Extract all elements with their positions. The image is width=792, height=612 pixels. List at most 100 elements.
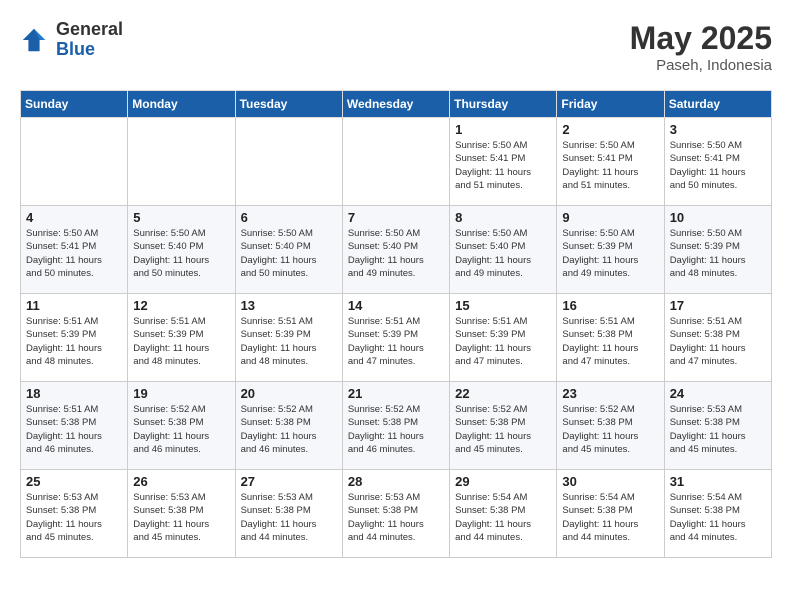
- day-info: Sunrise: 5:53 AM Sunset: 5:38 PM Dayligh…: [670, 403, 766, 456]
- table-row: 10 Sunrise: 5:50 AM Sunset: 5:39 PM Dayli…: [664, 206, 771, 294]
- day-number: 1: [455, 122, 551, 137]
- day-info: Sunrise: 5:50 AM Sunset: 5:39 PM Dayligh…: [670, 227, 766, 280]
- day-number: 27: [241, 474, 337, 489]
- day-number: 23: [562, 386, 658, 401]
- table-row: 31 Sunrise: 5:54 AM Sunset: 5:38 PM Dayli…: [664, 470, 771, 558]
- table-row: 8Sunrise: 5:50 AM Sunset: 5:40 PM Daylig…: [450, 206, 557, 294]
- day-number: 20: [241, 386, 337, 401]
- days-of-week-row: Sunday Monday Tuesday Wednesday Thursday…: [21, 91, 772, 118]
- table-row: 27 Sunrise: 5:53 AM Sunset: 5:38 PM Dayli…: [235, 470, 342, 558]
- day-info: Sunrise: 5:51 AM Sunset: 5:38 PM Dayligh…: [670, 315, 766, 368]
- col-wednesday: Wednesday: [342, 91, 449, 118]
- table-row: 16 Sunrise: 5:51 AM Sunset: 5:38 PM Dayli…: [557, 294, 664, 382]
- page-header: General Blue May 2025 Paseh, Indonesia: [20, 20, 772, 74]
- col-tuesday: Tuesday: [235, 91, 342, 118]
- day-info: Sunrise: 5:50 AM Sunset: 5:40 PM Dayligh…: [133, 227, 229, 280]
- table-row: 12Sunrise: 5:51 AM Sunset: 5:39 PM Dayli…: [128, 294, 235, 382]
- location-text: Paseh, Indonesia: [630, 57, 772, 74]
- day-info: Sunrise: 5:51 AM Sunset: 5:39 PM Dayligh…: [455, 315, 551, 368]
- month-title: May 2025: [630, 20, 772, 57]
- calendar-table: Sunday Monday Tuesday Wednesday Thursday…: [20, 90, 772, 558]
- calendar-week-row: 11 Sunrise: 5:51 AM Sunset: 5:39 PM Dayli…: [21, 294, 772, 382]
- table-row: 1Sunrise: 5:50 AM Sunset: 5:41 PM Daylig…: [450, 118, 557, 206]
- table-row: 18Sunrise: 5:51 AM Sunset: 5:38 PM Dayli…: [21, 382, 128, 470]
- day-info: Sunrise: 5:51 AM Sunset: 5:39 PM Dayligh…: [26, 315, 122, 368]
- day-number: 11: [26, 298, 122, 313]
- day-info: Sunrise: 5:52 AM Sunset: 5:38 PM Dayligh…: [348, 403, 444, 456]
- table-row: 11 Sunrise: 5:51 AM Sunset: 5:39 PM Dayli…: [21, 294, 128, 382]
- table-row: 9Sunrise: 5:50 AM Sunset: 5:39 PM Daylig…: [557, 206, 664, 294]
- table-row: 28 Sunrise: 5:53 AM Sunset: 5:38 PM Dayli…: [342, 470, 449, 558]
- day-number: 3: [670, 122, 766, 137]
- day-number: 5: [133, 210, 229, 225]
- logo-blue-text: Blue: [56, 40, 123, 60]
- calendar-week-row: 4Sunrise: 5:50 AM Sunset: 5:41 PM Daylig…: [21, 206, 772, 294]
- day-number: 10: [670, 210, 766, 225]
- table-row: 13 Sunrise: 5:51 AM Sunset: 5:39 PM Dayli…: [235, 294, 342, 382]
- day-info: Sunrise: 5:53 AM Sunset: 5:38 PM Dayligh…: [133, 491, 229, 544]
- table-row: 19Sunrise: 5:52 AM Sunset: 5:38 PM Dayli…: [128, 382, 235, 470]
- table-row: 17 Sunrise: 5:51 AM Sunset: 5:38 PM Dayli…: [664, 294, 771, 382]
- col-saturday: Saturday: [664, 91, 771, 118]
- table-row: 30 Sunrise: 5:54 AM Sunset: 5:38 PM Dayli…: [557, 470, 664, 558]
- day-info: Sunrise: 5:51 AM Sunset: 5:39 PM Dayligh…: [241, 315, 337, 368]
- col-sunday: Sunday: [21, 91, 128, 118]
- day-number: 28: [348, 474, 444, 489]
- day-number: 22: [455, 386, 551, 401]
- table-row: 25Sunrise: 5:53 AM Sunset: 5:38 PM Dayli…: [21, 470, 128, 558]
- day-info: Sunrise: 5:50 AM Sunset: 5:40 PM Dayligh…: [348, 227, 444, 280]
- day-number: 31: [670, 474, 766, 489]
- day-number: 14: [348, 298, 444, 313]
- day-info: Sunrise: 5:53 AM Sunset: 5:38 PM Dayligh…: [241, 491, 337, 544]
- table-row: 3 Sunrise: 5:50 AM Sunset: 5:41 PM Daylig…: [664, 118, 771, 206]
- calendar-week-row: 18Sunrise: 5:51 AM Sunset: 5:38 PM Dayli…: [21, 382, 772, 470]
- day-info: Sunrise: 5:52 AM Sunset: 5:38 PM Dayligh…: [455, 403, 551, 456]
- table-row: [128, 118, 235, 206]
- title-block: May 2025 Paseh, Indonesia: [630, 20, 772, 74]
- day-number: 15: [455, 298, 551, 313]
- table-row: 26 Sunrise: 5:53 AM Sunset: 5:38 PM Dayli…: [128, 470, 235, 558]
- day-number: 30: [562, 474, 658, 489]
- day-info: Sunrise: 5:54 AM Sunset: 5:38 PM Dayligh…: [670, 491, 766, 544]
- day-number: 4: [26, 210, 122, 225]
- day-info: Sunrise: 5:50 AM Sunset: 5:40 PM Dayligh…: [455, 227, 551, 280]
- table-row: 6Sunrise: 5:50 AM Sunset: 5:40 PM Daylig…: [235, 206, 342, 294]
- table-row: [235, 118, 342, 206]
- logo-general-text: General: [56, 20, 123, 40]
- day-number: 19: [133, 386, 229, 401]
- day-info: Sunrise: 5:53 AM Sunset: 5:38 PM Dayligh…: [348, 491, 444, 544]
- day-info: Sunrise: 5:50 AM Sunset: 5:40 PM Dayligh…: [241, 227, 337, 280]
- table-row: 29Sunrise: 5:54 AM Sunset: 5:38 PM Dayli…: [450, 470, 557, 558]
- day-info: Sunrise: 5:51 AM Sunset: 5:38 PM Dayligh…: [562, 315, 658, 368]
- table-row: 15 Sunrise: 5:51 AM Sunset: 5:39 PM Dayli…: [450, 294, 557, 382]
- day-number: 13: [241, 298, 337, 313]
- day-info: Sunrise: 5:54 AM Sunset: 5:38 PM Dayligh…: [562, 491, 658, 544]
- day-info: Sunrise: 5:51 AM Sunset: 5:39 PM Dayligh…: [133, 315, 229, 368]
- table-row: [21, 118, 128, 206]
- day-number: 24: [670, 386, 766, 401]
- day-number: 18: [26, 386, 122, 401]
- table-row: 20Sunrise: 5:52 AM Sunset: 5:38 PM Dayli…: [235, 382, 342, 470]
- table-row: 7Sunrise: 5:50 AM Sunset: 5:40 PM Daylig…: [342, 206, 449, 294]
- day-info: Sunrise: 5:52 AM Sunset: 5:38 PM Dayligh…: [562, 403, 658, 456]
- logo-icon: [20, 26, 48, 54]
- day-info: Sunrise: 5:51 AM Sunset: 5:39 PM Dayligh…: [348, 315, 444, 368]
- table-row: 22 Sunrise: 5:52 AM Sunset: 5:38 PM Dayli…: [450, 382, 557, 470]
- day-info: Sunrise: 5:54 AM Sunset: 5:38 PM Dayligh…: [455, 491, 551, 544]
- day-info: Sunrise: 5:50 AM Sunset: 5:41 PM Dayligh…: [670, 139, 766, 192]
- calendar-week-row: 25Sunrise: 5:53 AM Sunset: 5:38 PM Dayli…: [21, 470, 772, 558]
- day-info: Sunrise: 5:50 AM Sunset: 5:39 PM Dayligh…: [562, 227, 658, 280]
- day-info: Sunrise: 5:53 AM Sunset: 5:38 PM Dayligh…: [26, 491, 122, 544]
- col-monday: Monday: [128, 91, 235, 118]
- table-row: 2Sunrise: 5:50 AM Sunset: 5:41 PM Daylig…: [557, 118, 664, 206]
- day-number: 16: [562, 298, 658, 313]
- table-row: [342, 118, 449, 206]
- col-friday: Friday: [557, 91, 664, 118]
- table-row: 21 Sunrise: 5:52 AM Sunset: 5:38 PM Dayli…: [342, 382, 449, 470]
- day-number: 17: [670, 298, 766, 313]
- day-info: Sunrise: 5:50 AM Sunset: 5:41 PM Dayligh…: [562, 139, 658, 192]
- day-number: 21: [348, 386, 444, 401]
- table-row: 23 Sunrise: 5:52 AM Sunset: 5:38 PM Dayli…: [557, 382, 664, 470]
- day-number: 26: [133, 474, 229, 489]
- calendar-body: 1 Sunrise: 5:50 AM Sunset: 5:41 PM Daylig…: [21, 118, 772, 558]
